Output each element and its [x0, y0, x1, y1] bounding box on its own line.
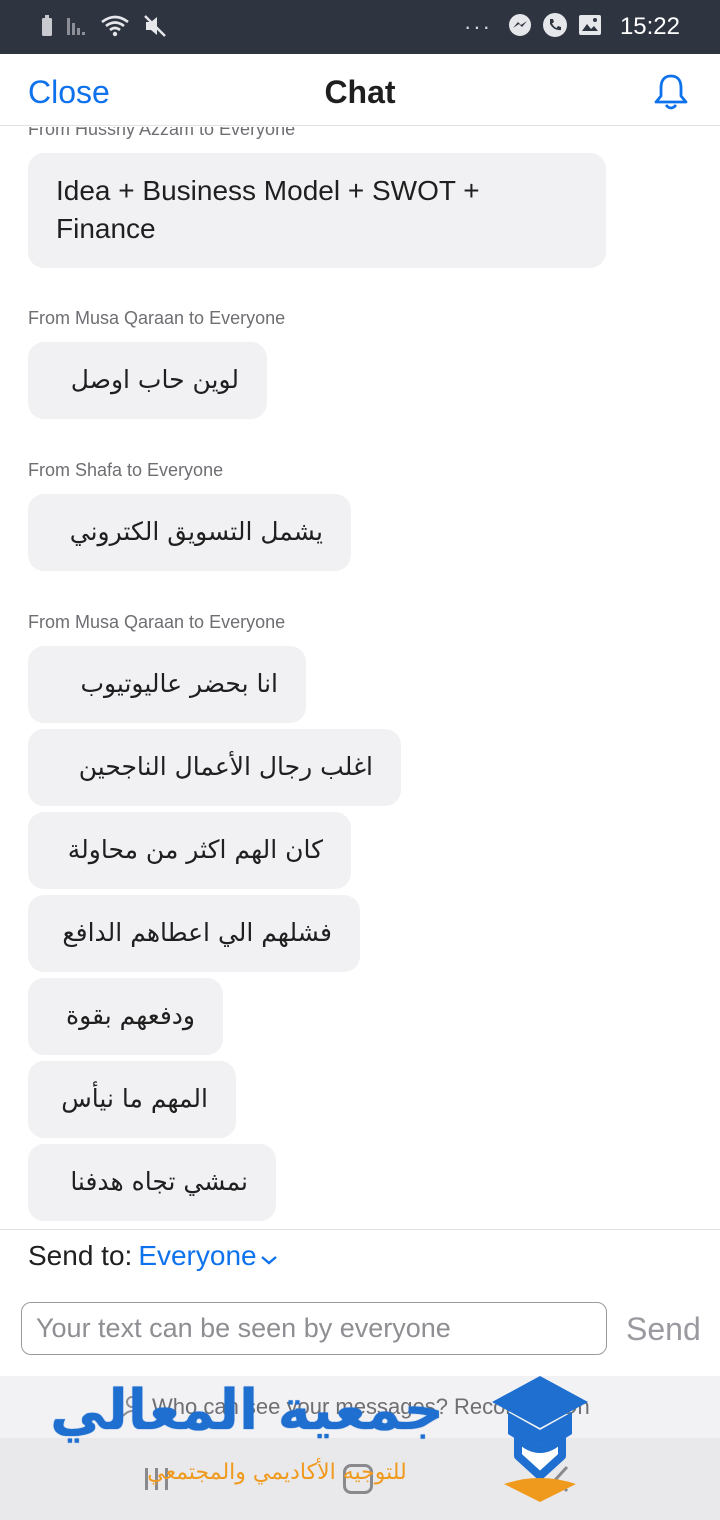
phone-icon [542, 12, 568, 43]
signal-icon [66, 15, 88, 42]
message-sender: From Musa Qaraan to Everyone [28, 612, 286, 632]
clock: 15:22 [619, 13, 680, 40]
message-bubble[interactable]: Idea + Business Model + SWOT + Finance [28, 153, 606, 268]
message-bubble[interactable]: نمشي تجاه هدفنا [28, 1144, 276, 1221]
message-bubble[interactable]: انا بحضر عاليوتيوب [28, 646, 306, 723]
send-button[interactable]: Send [626, 1311, 701, 1348]
message-bubble[interactable]: اغلب رجال الأعمال الناجحين [28, 729, 401, 806]
chat-header: Close Chat [0, 54, 720, 126]
status-bar: ··· 15:22 [0, 0, 720, 54]
chat-message-list[interactable]: From Hussny Azzam to Everyone Idea + Bus… [0, 127, 720, 1229]
message-bubble[interactable]: لوين حاب اوصل [28, 342, 267, 419]
more-notifications-icon: ··· [463, 14, 492, 39]
watermark-subtitle: للتوجيه الأكاديمي والمجتمعي [147, 1460, 407, 1485]
message-sender: From Shafa to Everyone [28, 460, 224, 480]
battery-saver-icon [40, 14, 54, 43]
watermark-title: جمعية المعالي [50, 1378, 444, 1443]
message-bubble[interactable]: يشمل التسويق الكتروني [28, 494, 351, 571]
message-bubble[interactable]: ودفعهم بقوة [28, 978, 223, 1055]
message-bubble[interactable]: فشلهم الي اعطاهم الدافع [28, 895, 360, 972]
page-title: Chat [324, 74, 396, 110]
message-bubble[interactable]: كان الهم اكثر من محاولة [28, 812, 351, 889]
send-to-value[interactable]: Everyone [138, 1240, 256, 1271]
gallery-icon [578, 14, 602, 41]
message-bubble[interactable]: المهم ما نيأس [28, 1061, 236, 1138]
message-input[interactable] [21, 1302, 607, 1355]
graduation-cap-logo-icon [488, 1372, 592, 1506]
status-icons-right: ··· 15:22 [464, 10, 680, 44]
send-to-label: Send to: [28, 1240, 133, 1271]
status-icons-left [40, 14, 168, 42]
message-sender: From Musa Qaraan to Everyone [28, 308, 286, 328]
message-sender: From Hussny Azzam to Everyone [28, 127, 296, 139]
send-to-selector[interactable]: Send to: Everyone [28, 1240, 279, 1274]
composer-divider [0, 1229, 720, 1230]
chevron-down-icon[interactable] [259, 1242, 279, 1274]
messenger-icon [508, 13, 532, 42]
mute-icon [142, 13, 168, 44]
bell-icon[interactable] [652, 72, 690, 112]
wifi-icon [100, 14, 130, 43]
